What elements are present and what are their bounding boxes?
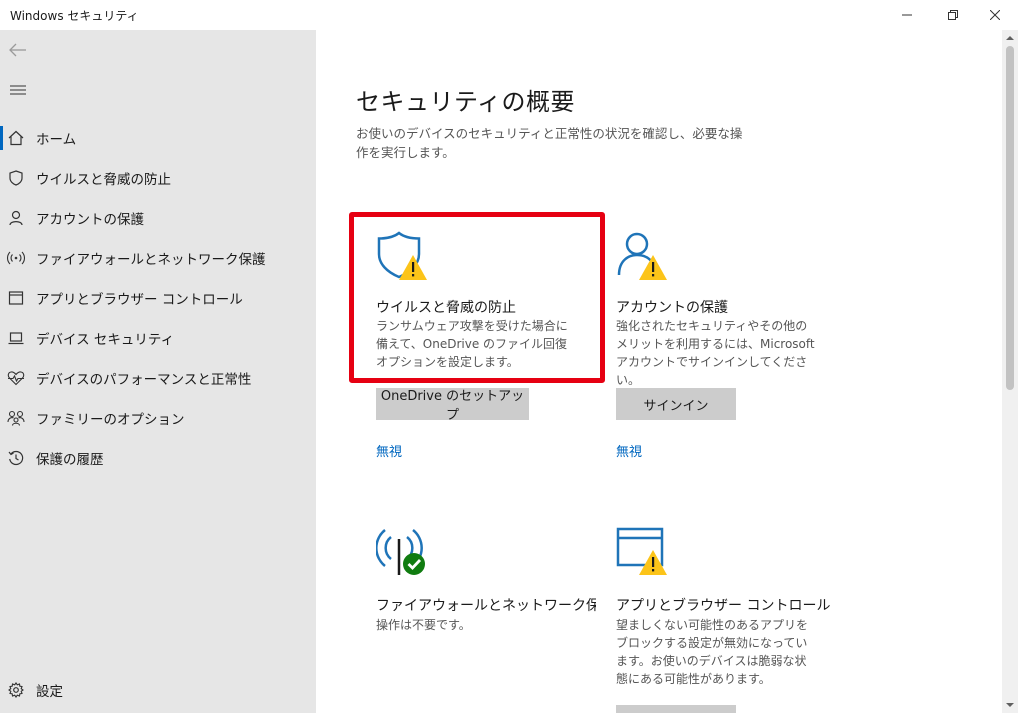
browser-window-icon: [7, 289, 25, 307]
wifi-antenna-ok-icon: [376, 529, 425, 575]
onedrive-setup-button[interactable]: OneDrive のセットアップ: [376, 388, 529, 423]
window-title: Windows セキュリティ: [10, 9, 139, 23]
gear-icon: [7, 681, 25, 699]
card-app-browser-control: アプリとブラウザー コントロール 望ましくない可能性のあるアプリをブロックする設…: [596, 505, 831, 713]
back-arrow-icon: [9, 43, 26, 57]
card-title: アカウントの保護: [616, 300, 728, 316]
browser-warning-icon: [616, 527, 667, 575]
scroll-down-button[interactable]: [1002, 697, 1018, 713]
sidebar-item-account-protection[interactable]: アカウントの保護: [0, 198, 316, 238]
title-bar: Windows セキュリティ: [0, 0, 1018, 30]
card-firewall: ファイアウォールとネットワーク保護 操作は不要です。: [356, 505, 614, 713]
card-title: ウイルスと脅威の防止: [376, 300, 516, 316]
back-button[interactable]: [6, 38, 30, 62]
person-warning-icon: [617, 232, 667, 280]
home-icon: [7, 129, 25, 147]
page-description: お使いのデバイスのセキュリティと正常性の状況を確認し、必要な操作を実行します。: [356, 126, 743, 160]
scroll-thumb[interactable]: [1006, 46, 1014, 390]
card-virus-protection: ウイルスと脅威の防止 ランサムウェア攻撃を受けた場合に備えて、OneDrive …: [356, 210, 588, 495]
scroll-up-button[interactable]: [1002, 30, 1018, 46]
sidebar-item-family-options[interactable]: ファミリーのオプション: [0, 398, 316, 438]
sidebar-item-label: ファミリーのオプション: [36, 412, 185, 428]
restore-icon: [948, 10, 958, 20]
heart-pulse-icon: [7, 369, 25, 387]
sidebar-item-label: ウイルスと脅威の防止: [36, 172, 171, 188]
menu-button[interactable]: [6, 78, 30, 102]
turn-on-button[interactable]: [616, 705, 736, 713]
close-icon: [990, 10, 1000, 20]
card-description: 操作は不要です。: [376, 618, 471, 632]
sidebar-item-label: 保護の履歴: [36, 452, 104, 468]
history-icon: [7, 449, 25, 467]
card-title: アプリとブラウザー コントロール: [616, 598, 831, 614]
sidebar: ホーム ウイルスと脅威の防止 アカウントの保護 ファイアウォールとネットワーク保…: [0, 30, 316, 713]
sidebar-item-protection-history[interactable]: 保護の履歴: [0, 438, 316, 478]
card-title: ファイアウォールとネットワーク保護: [376, 598, 614, 614]
sidebar-item-label: アプリとブラウザー コントロール: [36, 292, 243, 308]
sidebar-item-label: アカウントの保護: [36, 212, 144, 228]
sidebar-item-app-browser-control[interactable]: アプリとブラウザー コントロール: [0, 278, 316, 318]
sidebar-item-label: デバイスのパフォーマンスと正常性: [36, 372, 252, 388]
sidebar-item-label: 設定: [36, 684, 63, 700]
app-window: Windows セキュリティ ホーム ウイルスと脅威の防止 アカウントの保護 フ…: [0, 0, 1018, 713]
laptop-icon: [7, 329, 25, 347]
restore-button[interactable]: [930, 0, 976, 30]
hamburger-icon: [10, 85, 26, 95]
close-button[interactable]: [972, 0, 1018, 30]
minimize-icon: [902, 14, 912, 16]
chevron-up-icon: [1006, 36, 1014, 40]
chevron-down-icon: [1006, 703, 1014, 707]
sidebar-item-settings[interactable]: 設定: [0, 670, 316, 710]
card-description: ランサムウェア攻撃を受けた場合に備えて、OneDrive のファイル回復オプショ…: [376, 319, 568, 369]
sidebar-item-virus-protection[interactable]: ウイルスと脅威の防止: [0, 158, 316, 198]
sidebar-item-device-security[interactable]: デバイス セキュリティ: [0, 318, 316, 358]
card-description: 強化されたセキュリティやその他のメリットを利用するには、Microsoft アカ…: [616, 319, 815, 387]
sidebar-item-label: ホーム: [36, 132, 77, 148]
shield-warning-icon: [377, 231, 427, 280]
dismiss-link[interactable]: 無視: [616, 441, 642, 460]
sidebar-item-device-performance[interactable]: デバイスのパフォーマンスと正常性: [0, 358, 316, 398]
wifi-antenna-icon: [7, 249, 25, 267]
sidebar-item-firewall[interactable]: ファイアウォールとネットワーク保護: [0, 238, 316, 278]
card-description: 望ましくない可能性のあるアプリをブロックする設定が無効になっています。お使いのデ…: [616, 618, 809, 686]
sidebar-item-home[interactable]: ホーム: [0, 118, 316, 158]
shield-icon: [7, 169, 25, 187]
sidebar-item-label: ファイアウォールとネットワーク保護: [36, 252, 266, 268]
main-content: セキュリティの概要 お使いのデバイスのセキュリティと正常性の状況を確認し、必要な…: [316, 30, 1002, 713]
sign-in-button[interactable]: サインイン: [616, 388, 736, 420]
page-title: セキュリティの概要: [356, 88, 576, 116]
vertical-scrollbar[interactable]: [1002, 30, 1018, 713]
family-icon: [7, 409, 25, 427]
person-icon: [7, 209, 25, 227]
minimize-button[interactable]: [884, 0, 930, 30]
sidebar-item-label: デバイス セキュリティ: [36, 332, 175, 348]
card-account-protection: アカウントの保護 強化されたセキュリティやその他のメリットを利用するには、Mic…: [596, 210, 828, 495]
dismiss-link[interactable]: 無視: [376, 441, 402, 460]
